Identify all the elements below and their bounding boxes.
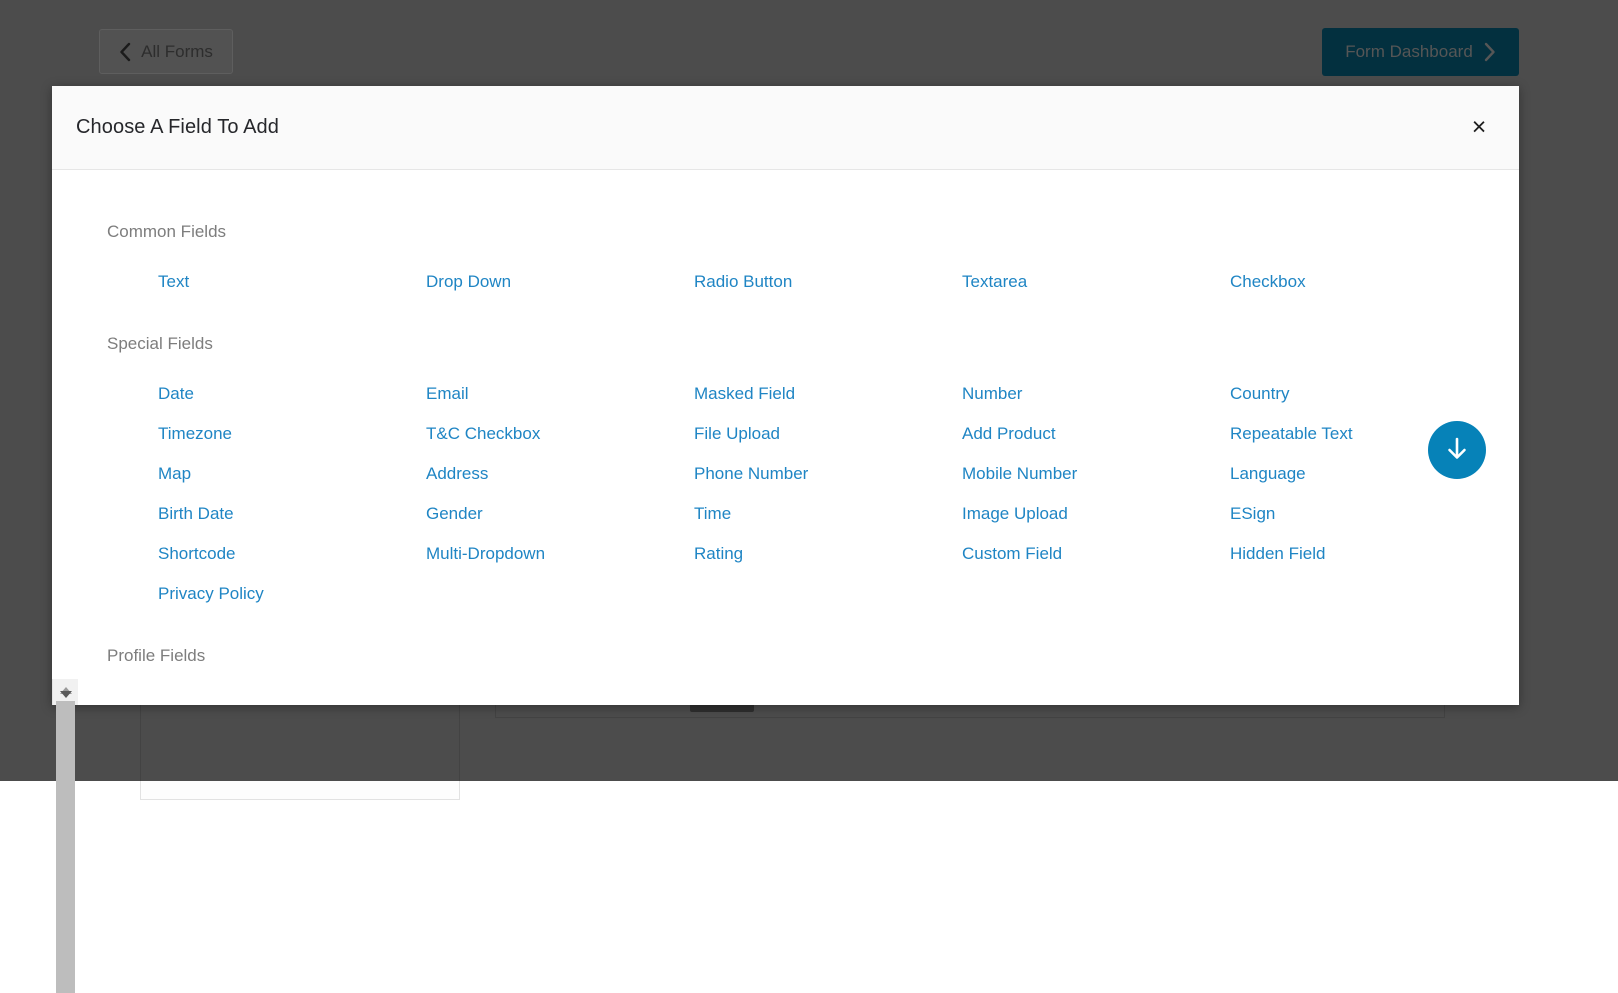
field-option-file-upload[interactable]: File Upload xyxy=(685,414,953,454)
field-option-tc-checkbox[interactable]: T&C Checkbox xyxy=(417,414,685,454)
field-option-phone-number[interactable]: Phone Number xyxy=(685,454,953,494)
field-option-add-product[interactable]: Add Product xyxy=(953,414,1221,454)
field-group-profile: Profile Fields xyxy=(52,646,1519,666)
group-title-common: Common Fields xyxy=(107,222,1519,242)
group-title-profile: Profile Fields xyxy=(107,646,1519,666)
scroll-down-arrow-icon[interactable] xyxy=(53,685,78,703)
field-group-special: Special Fields Date Email Masked Field N… xyxy=(52,334,1519,614)
field-option-multi-dropdown[interactable]: Multi-Dropdown xyxy=(417,534,685,574)
all-forms-button[interactable]: All Forms xyxy=(99,29,233,74)
page-title: Choose A Field To Add xyxy=(76,116,279,139)
modal-header: Choose A Field To Add × xyxy=(52,86,1519,170)
field-option-address[interactable]: Address xyxy=(417,454,685,494)
chevron-left-icon xyxy=(119,42,132,62)
field-option-textarea[interactable]: Textarea xyxy=(953,262,1221,302)
field-option-custom-field[interactable]: Custom Field xyxy=(953,534,1221,574)
field-option-checkbox[interactable]: Checkbox xyxy=(1221,262,1489,302)
scroll-down-fab-button[interactable] xyxy=(1428,421,1486,479)
group-title-special: Special Fields xyxy=(107,334,1519,354)
field-option-shortcode[interactable]: Shortcode xyxy=(149,534,417,574)
field-option-mobile-number[interactable]: Mobile Number xyxy=(953,454,1221,494)
field-option-gender[interactable]: Gender xyxy=(417,494,685,534)
field-grid-special: Date Email Masked Field Number Country T… xyxy=(149,374,1519,614)
field-option-text[interactable]: Text xyxy=(149,262,417,302)
arrow-down-icon xyxy=(1444,435,1470,466)
field-option-drop-down[interactable]: Drop Down xyxy=(417,262,685,302)
chevron-right-icon xyxy=(1483,42,1496,62)
field-option-image-upload[interactable]: Image Upload xyxy=(953,494,1221,534)
modal-scrollbar[interactable] xyxy=(52,679,78,705)
field-grid-common: Text Drop Down Radio Button Textarea Che… xyxy=(149,262,1519,302)
field-option-country[interactable]: Country xyxy=(1221,374,1489,414)
field-group-common: Common Fields Text Drop Down Radio Butto… xyxy=(52,222,1519,302)
field-option-date[interactable]: Date xyxy=(149,374,417,414)
field-option-email[interactable]: Email xyxy=(417,374,685,414)
close-icon[interactable]: × xyxy=(1465,114,1493,142)
field-option-number[interactable]: Number xyxy=(953,374,1221,414)
choose-field-modal: Choose A Field To Add × Common Fields Te… xyxy=(52,86,1519,705)
form-dashboard-button[interactable]: Form Dashboard xyxy=(1322,28,1519,76)
field-option-time[interactable]: Time xyxy=(685,494,953,534)
field-option-hidden-field[interactable]: Hidden Field xyxy=(1221,534,1489,574)
field-option-rating[interactable]: Rating xyxy=(685,534,953,574)
field-option-privacy-policy[interactable]: Privacy Policy xyxy=(149,574,417,614)
field-option-birth-date[interactable]: Birth Date xyxy=(149,494,417,534)
modal-body: Common Fields Text Drop Down Radio Butto… xyxy=(52,170,1519,679)
field-option-timezone[interactable]: Timezone xyxy=(149,414,417,454)
field-option-radio-button[interactable]: Radio Button xyxy=(685,262,953,302)
field-option-esign[interactable]: ESign xyxy=(1221,494,1489,534)
all-forms-label: All Forms xyxy=(141,42,213,62)
form-dashboard-label: Form Dashboard xyxy=(1345,42,1473,62)
field-option-map[interactable]: Map xyxy=(149,454,417,494)
field-option-masked-field[interactable]: Masked Field xyxy=(685,374,953,414)
modal-main: Choose A Field To Add × Common Fields Te… xyxy=(52,86,1519,679)
scrollbar-thumb[interactable] xyxy=(56,701,75,993)
